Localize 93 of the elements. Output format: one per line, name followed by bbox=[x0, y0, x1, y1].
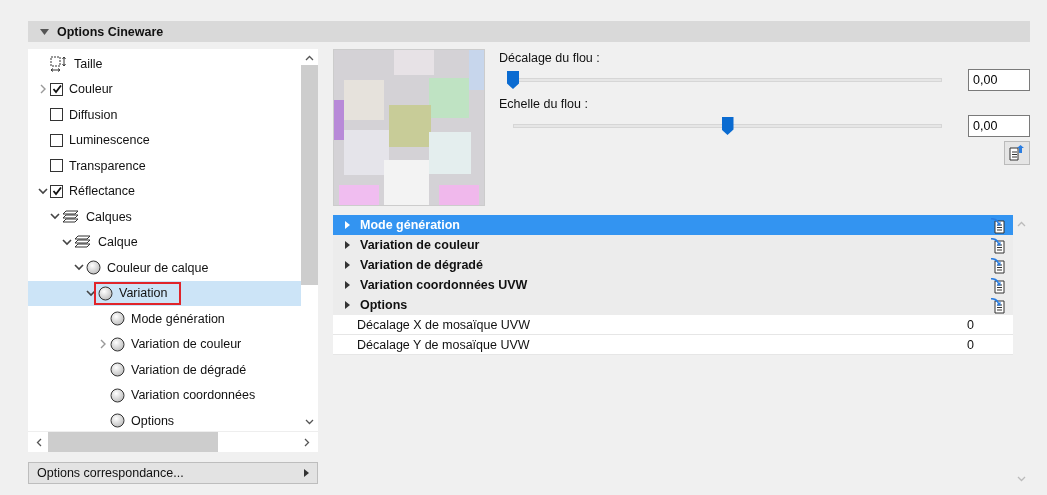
property-group[interactable]: Variation de couleur bbox=[333, 235, 1013, 255]
property-value[interactable]: 0 bbox=[967, 337, 1007, 352]
slider-label: Décalage du flou : bbox=[499, 50, 601, 65]
expand-arrow-icon bbox=[345, 261, 350, 269]
tree-label: Couleur de calque bbox=[107, 260, 209, 275]
tree-item[interactable]: Taille bbox=[28, 51, 301, 77]
property-label: Décalage X de mosaïque UVW bbox=[357, 317, 531, 332]
checkbox[interactable] bbox=[50, 82, 63, 96]
slider-thumb[interactable] bbox=[721, 117, 734, 135]
checkbox[interactable] bbox=[50, 159, 63, 173]
tree-label: Couleur bbox=[69, 82, 113, 97]
checkbox[interactable] bbox=[50, 184, 63, 198]
scroll-down-icon[interactable] bbox=[305, 419, 314, 425]
tree-item[interactable]: Couleur bbox=[28, 76, 301, 102]
property-group[interactable]: Variation de dégradé bbox=[333, 255, 1013, 275]
property-group[interactable]: Variation coordonnées UVW bbox=[333, 275, 1013, 295]
horizontal-scrollbar[interactable] bbox=[28, 431, 318, 452]
tree-label: Luminescence bbox=[69, 133, 150, 148]
dropdown-button[interactable]: Options correspondance... bbox=[28, 462, 318, 484]
tree-label: Transparence bbox=[69, 158, 146, 173]
checkbox[interactable] bbox=[50, 108, 63, 122]
document-arrow-icon[interactable] bbox=[989, 276, 1007, 294]
tree-label: Réflectance bbox=[69, 184, 135, 199]
document-arrow-icon[interactable] bbox=[989, 256, 1007, 274]
tree-item[interactable]: Réflectance bbox=[28, 178, 301, 204]
number-field[interactable]: 0,00 bbox=[968, 69, 1030, 91]
tree-label: Variation de couleur bbox=[131, 337, 242, 352]
tree-item[interactable]: Calque bbox=[28, 229, 301, 255]
expand-arrow-icon bbox=[345, 221, 350, 229]
tree-label: Variation coordonnées bbox=[131, 388, 256, 403]
tree-item[interactable]: Variation de dégradé bbox=[28, 357, 301, 383]
resize-icon bbox=[50, 55, 68, 72]
chevron-right-icon[interactable] bbox=[39, 84, 47, 95]
chevron-down-icon[interactable] bbox=[74, 264, 84, 272]
property-label: Décalage Y de mosaïque UVW bbox=[357, 337, 531, 352]
panel-title: Options Cineware bbox=[57, 24, 164, 39]
group-label: Mode génération bbox=[360, 218, 461, 232]
document-arrow-icon[interactable] bbox=[989, 236, 1007, 254]
tree-item[interactable]: Calques bbox=[28, 204, 301, 230]
tree-label: Taille bbox=[74, 56, 103, 71]
checkbox[interactable] bbox=[50, 133, 63, 147]
tree-label: Variation de dégradé bbox=[131, 362, 247, 377]
tree-label: Variation bbox=[119, 286, 168, 301]
document-arrow-icon[interactable] bbox=[989, 296, 1007, 314]
tree-item[interactable]: Mode génération bbox=[28, 306, 301, 332]
tree-label: Options bbox=[131, 413, 175, 428]
tree-item[interactable]: Diffusion bbox=[28, 102, 301, 128]
sphere-icon bbox=[98, 285, 113, 301]
tree-item[interactable]: Couleur de calque bbox=[28, 255, 301, 281]
expand-arrow-icon bbox=[345, 241, 350, 249]
chevron-right-icon[interactable] bbox=[99, 339, 107, 350]
group-label: Variation de couleur bbox=[360, 238, 481, 252]
chevron-down-icon[interactable] bbox=[38, 187, 48, 195]
expand-arrow-icon bbox=[345, 281, 350, 289]
sphere-icon bbox=[86, 260, 101, 276]
scroll-up-icon[interactable] bbox=[305, 55, 314, 61]
number-field[interactable]: 0,00 bbox=[968, 115, 1030, 137]
tree-item[interactable]: Variation coordonnées bbox=[28, 382, 301, 408]
group-label: Variation coordonnées UVW bbox=[360, 278, 529, 292]
sphere-icon bbox=[110, 336, 125, 352]
chevron-down-icon[interactable] bbox=[62, 238, 72, 246]
chevron-down-icon[interactable] bbox=[86, 289, 96, 297]
slider-thumb[interactable] bbox=[507, 71, 519, 89]
sphere-icon bbox=[110, 362, 125, 378]
group-label: Variation de dégradé bbox=[360, 258, 484, 272]
property-row[interactable]: Décalage X de mosaïque UVW 0 bbox=[333, 315, 1013, 335]
panel-header[interactable]: Options Cineware bbox=[28, 21, 1030, 42]
expand-arrow-icon bbox=[345, 301, 350, 309]
tree-item[interactable]: Variation de couleur bbox=[28, 331, 301, 357]
tree-item[interactable]: Luminescence bbox=[28, 127, 301, 153]
tree-label: Mode génération bbox=[131, 311, 225, 326]
slider-label: Echelle du flou : bbox=[499, 96, 589, 111]
tree-label: Diffusion bbox=[69, 107, 118, 122]
tree-label: Calque bbox=[98, 235, 138, 250]
document-arrow-icon[interactable] bbox=[989, 216, 1007, 234]
tree-item[interactable]: Transparence bbox=[28, 153, 301, 179]
property-value[interactable]: 0 bbox=[967, 317, 1007, 332]
sphere-icon bbox=[110, 311, 125, 327]
layers-icon bbox=[62, 209, 80, 224]
layers-icon bbox=[74, 235, 92, 250]
chevron-down-icon[interactable] bbox=[50, 213, 60, 221]
scroll-right-icon[interactable] bbox=[304, 437, 310, 447]
caret-icon bbox=[304, 469, 309, 477]
tree-item[interactable]: Variation bbox=[28, 280, 301, 306]
property-group[interactable]: Options bbox=[333, 295, 1013, 315]
property-row[interactable]: Décalage Y de mosaïque UVW 0 bbox=[333, 335, 1013, 355]
group-label: Options bbox=[360, 298, 409, 312]
tree-item[interactable]: Options bbox=[28, 408, 301, 434]
sphere-icon bbox=[110, 413, 125, 429]
sphere-icon bbox=[110, 387, 125, 403]
scroll-left-icon[interactable] bbox=[36, 437, 42, 447]
export-button[interactable] bbox=[1004, 141, 1030, 165]
tree-label: Calques bbox=[86, 209, 132, 224]
